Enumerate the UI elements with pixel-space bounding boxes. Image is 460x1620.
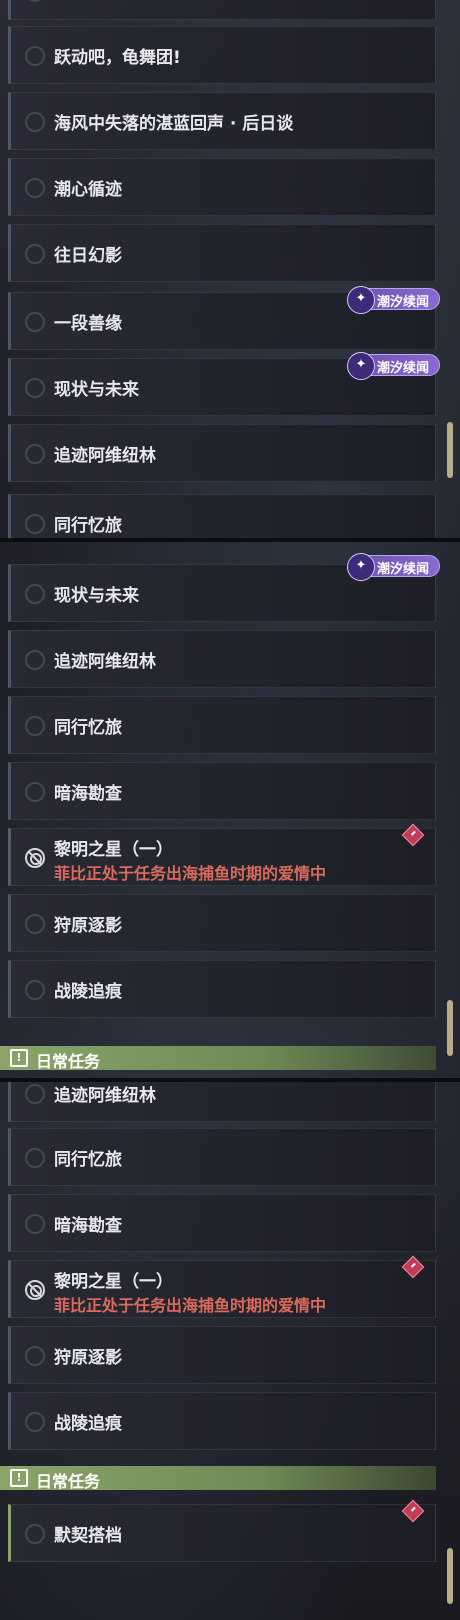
quest-title: 同行忆旅 — [54, 1150, 122, 1170]
quest-status-icon — [25, 914, 45, 934]
daily-quest-item[interactable]: 默契搭档 — [8, 1499, 436, 1562]
quest-list-panel-1[interactable]: 跃动吧，龟舞团! 海风中失落的湛蓝回声 · 后日谈 潮心循迹 往日幻影 一段善缘… — [0, 0, 460, 540]
quest-status-icon — [25, 1214, 45, 1234]
quest-status-icon — [25, 378, 45, 398]
quest-item[interactable]: 狩原逐影 — [8, 894, 436, 952]
scrollbar-thumb[interactable] — [447, 422, 453, 478]
badge-label: 潮汐续闻 — [377, 562, 430, 577]
quest-block-reason: 菲比正处于任务出海捕鱼时期的爱情中 — [54, 1296, 327, 1315]
quest-item[interactable]: 暗海勘查 — [8, 1194, 436, 1252]
quest-list-panel-2[interactable]: 现状与未来 ✦ 潮汐续闻 追迹阿维纽林 同行忆旅 暗海勘查 黎明之星（一） 菲比… — [0, 540, 460, 1080]
quest-item[interactable]: 往日幻影 — [8, 224, 436, 282]
quest-title: 现状与未来 — [54, 586, 139, 606]
quest-title: 潮心循迹 — [54, 180, 122, 200]
quest-item[interactable] — [8, 0, 436, 20]
exclamation-icon: ! — [10, 1049, 28, 1067]
quest-title: 暗海勘查 — [54, 784, 122, 804]
quest-title: 海风中失落的湛蓝回声 · 后日谈 — [54, 114, 294, 134]
quest-item[interactable]: 暗海勘查 — [8, 762, 436, 820]
daily-quests-label: 日常任务 — [36, 1052, 101, 1071]
exclamation-icon: ! — [10, 1469, 28, 1487]
quest-title: 狩原逐影 — [54, 916, 122, 936]
quest-status-icon — [25, 584, 45, 604]
quest-title: 追迹阿维纽林 — [54, 652, 156, 672]
quest-status-icon — [25, 1524, 45, 1544]
alert-diamond-icon — [401, 1255, 425, 1279]
quest-title: 追迹阿维纽林 — [54, 1086, 156, 1106]
quest-item[interactable]: 追迹阿维纽林 — [8, 1080, 436, 1122]
quest-title: 狩原逐影 — [54, 1348, 122, 1368]
quest-title: 黎明之星（一） — [54, 1272, 173, 1292]
sparkle-icon: ✦ — [347, 553, 375, 581]
tide-sequel-badge: ✦ 潮汐续闻 — [347, 352, 440, 380]
quest-status-icon — [25, 1148, 45, 1168]
quest-block-reason: 菲比正处于任务出海捕鱼时期的爱情中 — [54, 864, 327, 883]
quest-status-icon — [25, 112, 45, 132]
quest-item[interactable]: 追迹阿维纽林 — [8, 630, 436, 688]
quest-title: 暗海勘查 — [54, 1216, 122, 1236]
blocked-icon — [25, 848, 45, 868]
quest-title: 同行忆旅 — [54, 516, 122, 536]
quest-status-icon — [25, 514, 45, 534]
quest-status-icon — [25, 444, 45, 464]
daily-quests-header[interactable]: ! 日常任务 — [0, 1046, 436, 1071]
quest-title: 战陵追痕 — [54, 1414, 122, 1434]
quest-item[interactable]: 跃动吧，龟舞团! — [8, 26, 436, 84]
quest-title: 黎明之星（一） — [54, 840, 173, 860]
quest-item[interactable]: 狩原逐影 — [8, 1326, 436, 1384]
quest-item[interactable]: 同行忆旅 — [8, 494, 436, 540]
badge-label: 潮汐续闻 — [377, 295, 430, 310]
quest-item[interactable]: 战陵追痕 — [8, 960, 436, 1018]
tide-sequel-badge: ✦ 潮汐续闻 — [347, 553, 440, 581]
quest-item[interactable]: 追迹阿维纽林 — [8, 424, 436, 482]
quest-title: 跃动吧，龟舞团! — [54, 48, 181, 68]
quest-item[interactable]: 海风中失落的湛蓝回声 · 后日谈 — [8, 92, 436, 150]
quest-item-blocked[interactable]: 黎明之星（一） 菲比正处于任务出海捕鱼时期的爱情中 — [8, 823, 436, 886]
quest-status-icon — [25, 178, 45, 198]
daily-quests-header[interactable]: ! 日常任务 — [0, 1466, 436, 1491]
quest-status-icon — [25, 1412, 45, 1432]
quest-title: 战陵追痕 — [54, 982, 122, 1002]
scrollbar-thumb[interactable] — [447, 1000, 453, 1056]
quest-status-icon — [25, 312, 45, 332]
quest-item[interactable]: 同行忆旅 — [8, 1128, 436, 1186]
quest-item-blocked[interactable]: 黎明之星（一） 菲比正处于任务出海捕鱼时期的爱情中 — [8, 1255, 436, 1318]
daily-quests-label: 日常任务 — [36, 1472, 101, 1491]
quest-item[interactable]: 同行忆旅 — [8, 696, 436, 754]
quest-title: 默契搭档 — [54, 1526, 122, 1546]
quest-status-icon — [25, 716, 45, 736]
sparkle-icon: ✦ — [347, 286, 375, 314]
quest-status-icon — [25, 1346, 45, 1366]
quest-item[interactable]: 潮心循迹 — [8, 158, 436, 216]
quest-status-icon — [25, 980, 45, 1000]
sparkle-icon: ✦ — [347, 352, 375, 380]
quest-item[interactable]: 战陵追痕 — [8, 1392, 436, 1450]
scrollbar-thumb[interactable] — [447, 1548, 453, 1604]
quest-title: 一段善缘 — [54, 314, 122, 334]
divider — [0, 1078, 460, 1082]
alert-diamond-icon — [401, 823, 425, 847]
quest-title: 往日幻影 — [54, 246, 122, 266]
alert-diamond-icon — [401, 1499, 425, 1523]
quest-status-icon — [25, 244, 45, 264]
quest-title: 追迹阿维纽林 — [54, 446, 156, 466]
blocked-icon — [25, 1280, 45, 1300]
tide-sequel-badge: ✦ 潮汐续闻 — [347, 286, 440, 314]
quest-list-panel-3[interactable]: 追迹阿维纽林 同行忆旅 暗海勘查 黎明之星（一） 菲比正处于任务出海捕鱼时期的爱… — [0, 1080, 460, 1620]
quest-status-icon — [25, 1084, 45, 1104]
quest-status-icon — [25, 782, 45, 802]
quest-title: 同行忆旅 — [54, 718, 122, 738]
divider — [0, 538, 460, 542]
quest-title: 现状与未来 — [54, 380, 139, 400]
badge-label: 潮汐续闻 — [377, 361, 430, 376]
quest-status-icon — [25, 46, 45, 66]
quest-status-icon — [25, 0, 45, 2]
quest-status-icon — [25, 650, 45, 670]
